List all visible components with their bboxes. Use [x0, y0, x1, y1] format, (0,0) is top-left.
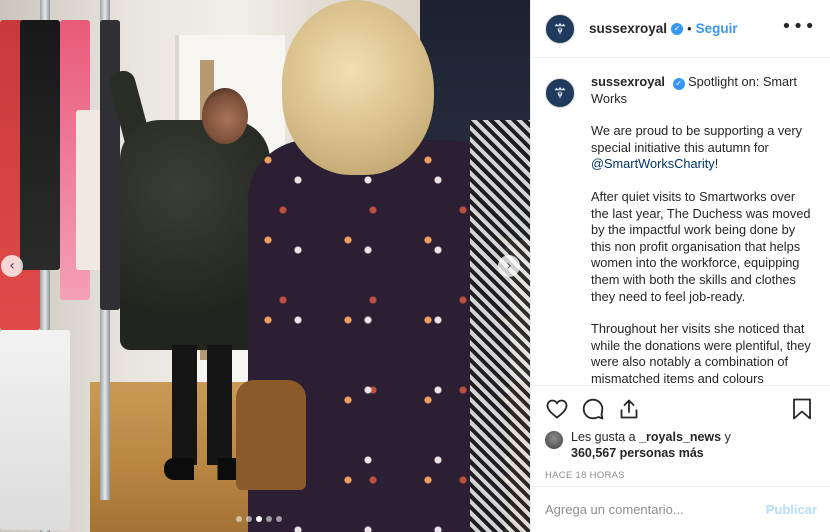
bookmark-icon	[793, 398, 811, 420]
liker-avatar[interactable]	[545, 431, 563, 449]
publish-button[interactable]: Publicar	[766, 502, 817, 517]
comment-form: Publicar	[531, 486, 830, 532]
avatar[interactable]	[545, 13, 575, 44]
post-timestamp[interactable]: Hace 18 horas	[545, 470, 817, 481]
caption-paragraph-2: After quiet visits to Smartworks over th…	[591, 188, 811, 304]
carousel-dot	[256, 516, 262, 522]
comment-button[interactable]	[581, 396, 607, 422]
like-button[interactable]	[545, 396, 571, 422]
caption-paragraph-3: Throughout her visits she noticed that w…	[591, 321, 811, 384]
mention-link[interactable]: @SmartWorksCharity	[591, 156, 715, 171]
liker-username[interactable]: _royals_news	[639, 430, 721, 444]
save-button[interactable]	[791, 396, 817, 422]
action-icon-row	[545, 394, 817, 424]
more-options-icon[interactable]: •••	[781, 18, 816, 36]
carousel-dot	[236, 516, 242, 522]
likes-text: Les gusta a _royals_news y 360,567 perso…	[571, 430, 731, 461]
caption-paragraph-1-end: !	[714, 156, 719, 172]
separator-dot: •	[687, 21, 692, 36]
photo-head	[202, 88, 248, 144]
username-link[interactable]: sussexroyal	[589, 21, 667, 36]
follow-button[interactable]: Seguir	[696, 21, 738, 36]
carousel-dot	[266, 516, 272, 522]
post-header: sussexroyal ✓ • Seguir •••	[531, 0, 830, 58]
crown-monogram-icon	[554, 22, 566, 34]
chevron-right-icon: ›	[506, 258, 512, 274]
carousel-dot	[276, 516, 282, 522]
likes-summary: Les gusta a _royals_news y 360,567 perso…	[545, 430, 817, 461]
carousel-dot	[246, 516, 252, 522]
verified-badge-icon: ✓	[672, 78, 685, 90]
photo-blonde-hair	[282, 0, 434, 175]
post-sidebar: sussexroyal ✓ • Seguir ••• sussexroyal ✓…	[530, 0, 830, 532]
carousel-next-button[interactable]: ›	[498, 255, 520, 277]
photo-legs	[172, 345, 232, 465]
comment-input[interactable]	[545, 502, 766, 517]
likes-prefix: Les gusta a	[571, 430, 640, 444]
caption-username[interactable]: sussexroyal	[591, 74, 665, 89]
likes-count-link[interactable]: 360,567 personas más	[571, 446, 704, 460]
crown-monogram-icon	[554, 86, 566, 99]
post-photo[interactable]: ‹ ›	[0, 0, 530, 532]
caption-paragraph-1: We are proud to be supporting a very spe…	[591, 123, 803, 155]
share-button[interactable]	[617, 396, 643, 422]
caption-section: sussexroyal ✓ Spotlight on: Smart Works …	[531, 58, 830, 384]
photo-checked-fabric	[470, 120, 530, 532]
heart-icon	[546, 399, 568, 419]
post-actions: Les gusta a _royals_news y 360,567 perso…	[531, 385, 830, 481]
photo-handbag	[236, 380, 306, 490]
verified-badge-icon: ✓	[671, 22, 684, 35]
chevron-left-icon: ‹	[9, 258, 15, 274]
likes-middle: y	[721, 430, 731, 444]
share-icon	[620, 399, 638, 419]
caption-avatar[interactable]	[545, 78, 575, 108]
comment-icon	[582, 398, 604, 420]
carousel-indicator	[236, 516, 282, 522]
caption-text: sussexroyal ✓ Spotlight on: Smart Works …	[591, 74, 816, 384]
carousel-prev-button[interactable]: ‹	[1, 255, 23, 277]
